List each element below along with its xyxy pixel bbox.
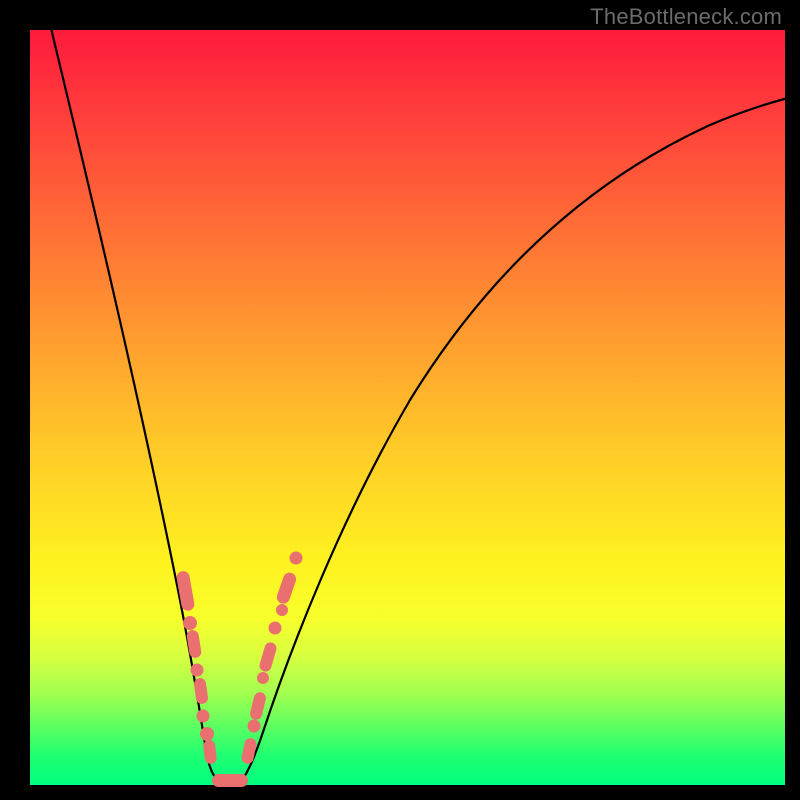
plot-area <box>30 30 785 785</box>
beads-trough <box>212 774 248 787</box>
chart-frame: TheBottleneck.com <box>0 0 800 800</box>
curve-right-branch <box>242 98 788 780</box>
beads-left <box>176 570 218 765</box>
watermark-text: TheBottleneck.com <box>590 4 782 30</box>
beads-right <box>240 552 302 765</box>
chart-svg <box>30 30 785 785</box>
